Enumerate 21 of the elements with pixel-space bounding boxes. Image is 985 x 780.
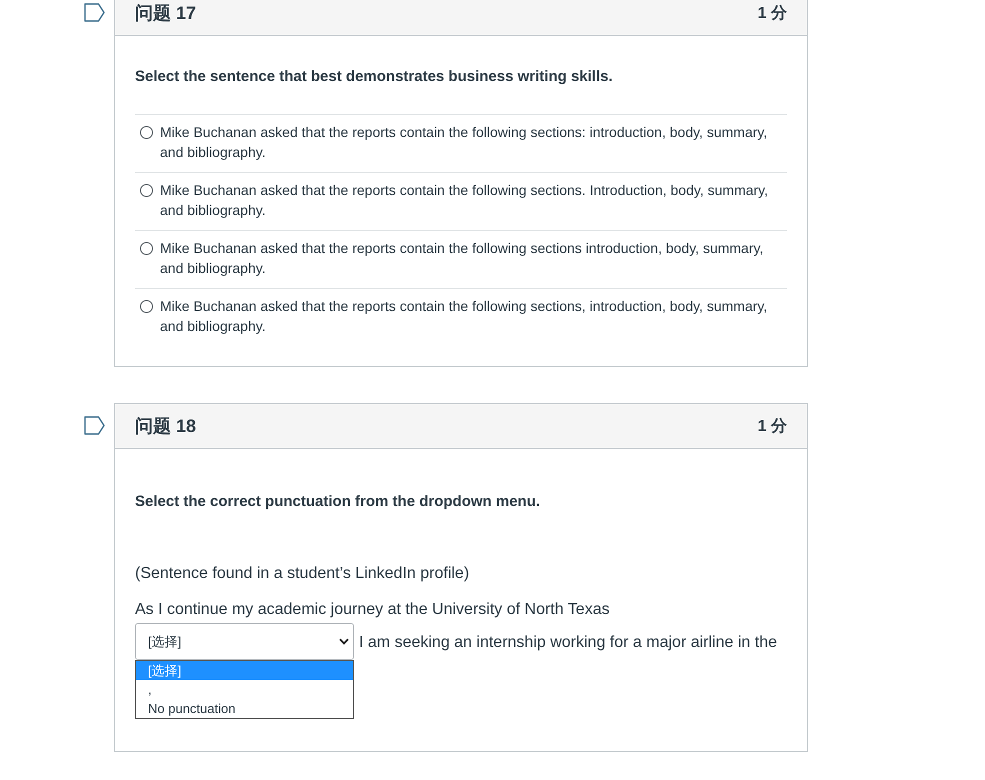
radio-button[interactable] (140, 242, 153, 255)
radio-button[interactable] (140, 184, 153, 197)
tag-icon[interactable] (84, 416, 105, 435)
question-text: Select the sentence that best demonstrates business writing skills. (135, 67, 614, 87)
answer-text: Mike Buchanan asked that the reports contain the following sections: introduction, body, summary, and bibliography. (160, 123, 768, 162)
answer-text: Mike Buchanan asked that the reports contain the following sections introduction, body, summary, and bibliography. (160, 239, 764, 278)
answer-text: Mike Buchanan asked that the reports contain the following sections, introduction, body, summary, and bibliography. (160, 297, 768, 336)
answer-text: Mike Buchanan asked that the reports contain the following sections. Introduction, body, summary, and bibliography. (160, 181, 770, 220)
question-text: Select the correct punctuation from the dropdown menu. (135, 492, 542, 512)
radio-button[interactable] (140, 126, 153, 139)
question-title: 问题 17 (135, 2, 196, 25)
tag-icon[interactable] (84, 3, 105, 22)
points-label: 1 分 (758, 4, 787, 24)
sentence-text: As I continue my academic journey at the University of North Texas (135, 600, 611, 620)
question-title: 问题 18 (135, 415, 196, 438)
context-text: (Sentence found in a student’s LinkedIn profile) (135, 564, 470, 584)
select-field[interactable]: [选择] (135, 623, 354, 660)
sentence-text: I am seeking an internship working for a major airline in the (359, 633, 777, 653)
chevron-down-icon (339, 638, 349, 645)
radio-button[interactable] (140, 300, 153, 313)
points-label: 1 分 (758, 416, 787, 436)
